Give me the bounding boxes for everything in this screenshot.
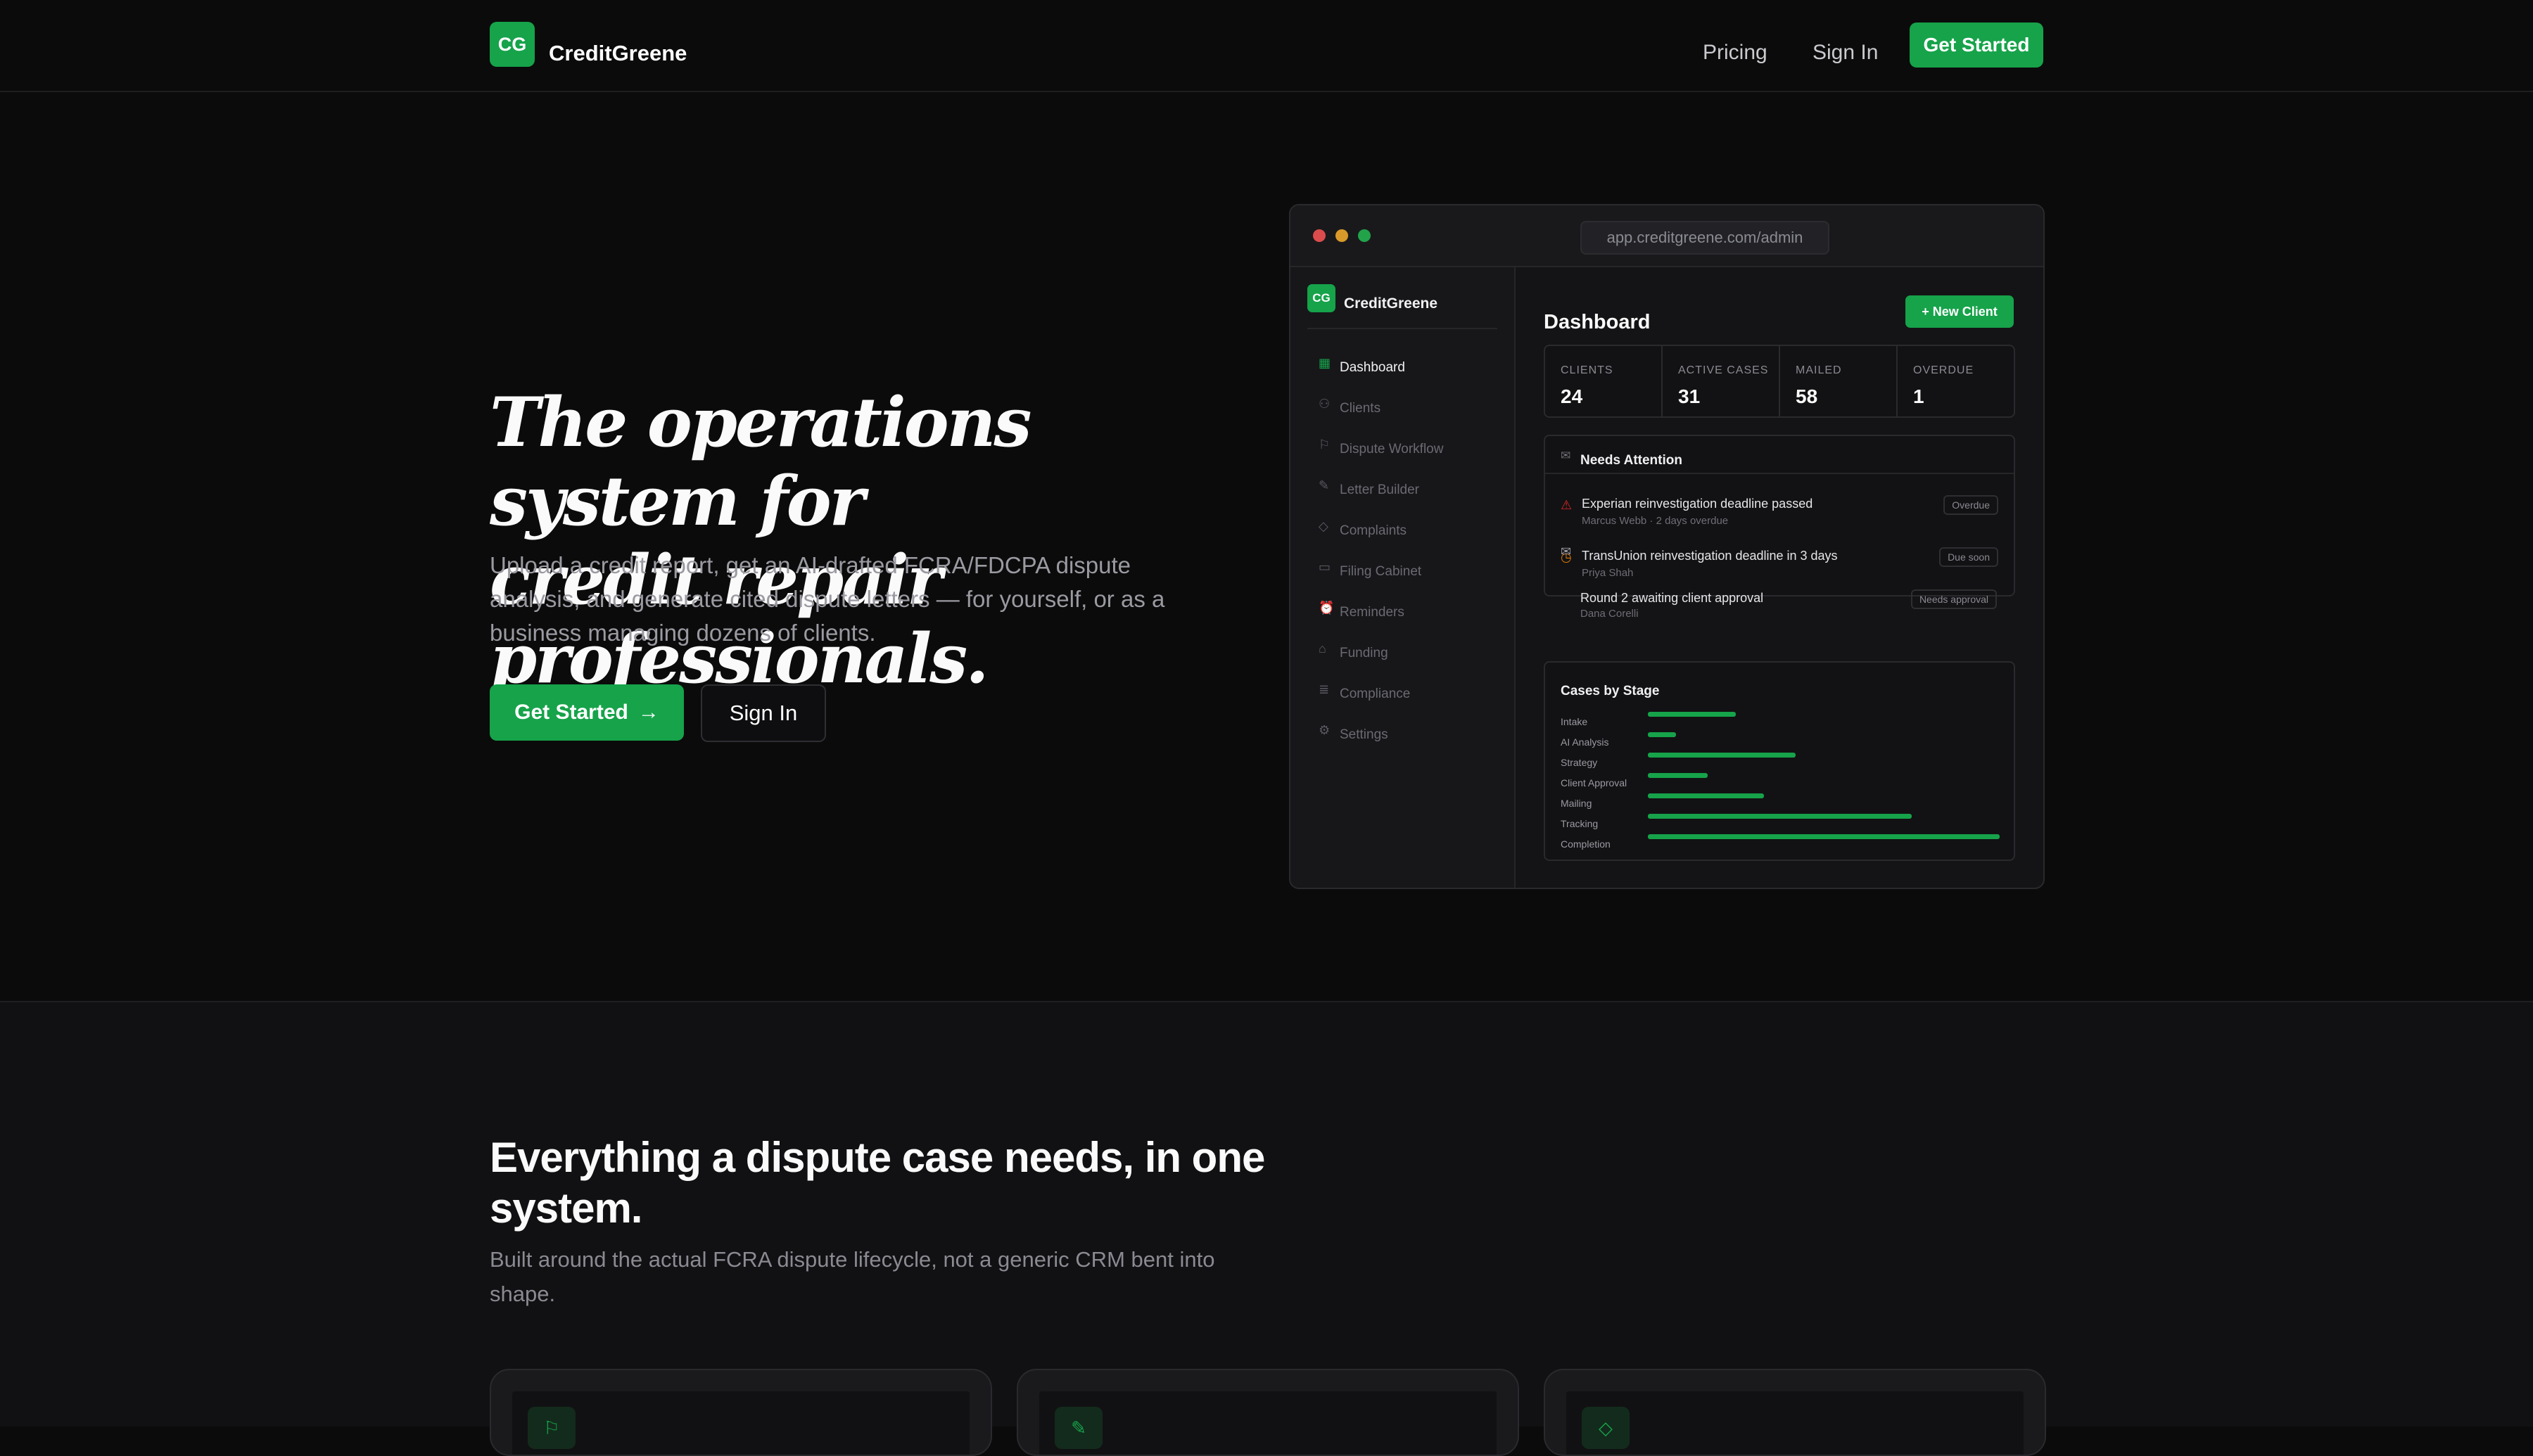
stage-bar	[1648, 712, 1736, 717]
shield-icon: ◇	[1582, 1407, 1630, 1449]
stage-label: Mailing	[1561, 798, 1592, 809]
feature-card-preview: ◇	[1566, 1391, 2024, 1455]
hero-title-line-1: The operations system for	[490, 383, 1031, 541]
brand-name[interactable]: CreditGreene	[549, 41, 687, 66]
feature-card-preview: ✎	[1039, 1391, 1497, 1455]
window-titlebar: app.creditgreene.com/admin	[1290, 205, 2043, 267]
hero-title: The operations system for credit repair …	[490, 383, 1264, 698]
stat-mailed: MAILED 58	[1780, 346, 1898, 416]
flag-icon: ⚐	[528, 1407, 576, 1449]
hero-sign-in-button[interactable]: Sign In	[701, 684, 826, 742]
stage-label: Intake	[1561, 716, 1588, 727]
attention-item[interactable]: ◷ TransUnion reinvestigation deadline in…	[1561, 543, 1998, 585]
stage-row: Tracking	[1561, 814, 1998, 834]
feature-card[interactable]: ⚐	[490, 1369, 992, 1456]
window-maximize-dot	[1358, 229, 1371, 242]
features-subtitle: Built around the actual FCRA dispute lif…	[490, 1247, 1215, 1306]
window-close-dot	[1313, 229, 1326, 242]
sidebar-divider	[1307, 328, 1497, 329]
stat-clients: CLIENTS 24	[1545, 346, 1663, 416]
app-brand-name: CreditGreene	[1344, 295, 1438, 312]
dashboard-title: Dashboard	[1544, 311, 1651, 333]
stage-bar	[1648, 732, 1676, 737]
app-sidebar: CG CreditGreene ▦ Dashboard ⚇ Clients ⚐ …	[1290, 267, 1516, 888]
feature-card-preview: ⚐	[512, 1391, 970, 1455]
alarm-icon: ⏰	[1319, 601, 1335, 615]
features-title: Everything a dispute case needs, in one …	[490, 1134, 1265, 1232]
stage-row: Strategy	[1561, 753, 1998, 772]
users-icon: ⚇	[1319, 397, 1331, 411]
shield-icon: ◇	[1319, 519, 1328, 533]
feature-card[interactable]: ✎	[1017, 1369, 1519, 1456]
folder-icon: ▭	[1319, 560, 1331, 574]
status-badge: Due soon	[1939, 547, 1998, 567]
stage-row: Completion	[1561, 834, 2000, 854]
feature-card[interactable]: ◇	[1544, 1369, 2046, 1456]
stage-row: Mailing	[1561, 793, 1998, 813]
inbox-icon: ✉	[1561, 449, 1571, 462]
needs-attention-title: Needs Attention	[1580, 453, 1682, 468]
status-badge: Needs approval	[1910, 589, 1997, 609]
grid-icon: ▦	[1319, 356, 1331, 370]
gear-icon: ⚙	[1319, 723, 1331, 737]
hero-get-started-button[interactable]: Get Started →	[490, 684, 684, 741]
nav-link-sign-in[interactable]: Sign In	[1813, 41, 1878, 65]
stage-bar	[1648, 814, 1912, 819]
stats-row: CLIENTS 24 ACTIVE CASES 31 MAILED 58 OVE…	[1544, 345, 2015, 418]
app-logo-mark: CG	[1307, 284, 1335, 312]
stat-overdue: OVERDUE 1	[1913, 364, 1974, 407]
attention-item-approval[interactable]: Round 2 awaiting client approval Dana Co…	[1559, 589, 1997, 633]
stage-label: Client Approval	[1561, 777, 1627, 788]
stat-active-cases: ACTIVE CASES 31	[1663, 346, 1780, 416]
app-preview-window: app.creditgreene.com/admin CG CreditGree…	[1289, 204, 2045, 889]
stage-label: AI Analysis	[1561, 736, 1609, 748]
nav-link-pricing[interactable]: Pricing	[1703, 41, 1767, 65]
edit-icon: ✎	[1055, 1407, 1103, 1449]
stage-label: Tracking	[1561, 818, 1599, 829]
needs-attention-panel: ✉ Needs Attention ⚠ Experian reinvestiga…	[1544, 435, 2015, 596]
hero-subtitle: Upload a credit report, get an AI-drafte…	[490, 552, 1165, 646]
stage-row: AI Analysis	[1561, 732, 1998, 752]
stage-row: Client Approval	[1561, 773, 1998, 793]
top-nav: CG CreditGreene Pricing Sign In Get Star…	[0, 0, 2533, 92]
stage-bar	[1648, 753, 1796, 758]
panel-divider	[1545, 473, 2014, 474]
stage-row: Intake	[1561, 712, 1998, 732]
cases-by-stage-panel: Cases by Stage Intake AI Analysis Strategy…	[1544, 661, 2015, 861]
mail-icon: ✉	[1561, 544, 1572, 558]
attention-item[interactable]: ⚠ Experian reinvestigation deadline pass…	[1561, 491, 1998, 533]
status-badge: Overdue	[1943, 495, 1998, 515]
logo-mark[interactable]: CG	[490, 22, 535, 67]
hero-get-started-label: Get Started	[514, 701, 628, 724]
stage-label: Completion	[1561, 838, 1611, 850]
url-bar[interactable]: app.creditgreene.com/admin	[1580, 221, 1829, 255]
bank-icon: ⌂	[1319, 641, 1326, 656]
stage-bar	[1648, 834, 2000, 839]
scroll-icon: ≣	[1319, 682, 1330, 696]
nav-get-started-button[interactable]: Get Started	[1910, 23, 2043, 68]
new-client-button[interactable]: + New Client	[1905, 295, 2014, 328]
stage-bar	[1648, 793, 1764, 798]
arrow-right-icon: →	[637, 701, 659, 724]
stage-bar	[1648, 773, 1708, 778]
flag-icon: ⚐	[1319, 438, 1331, 452]
stage-label: Strategy	[1561, 757, 1598, 768]
cases-by-stage-title: Cases by Stage	[1561, 684, 1660, 698]
window-minimize-dot	[1335, 229, 1348, 242]
edit-icon: ✎	[1319, 478, 1330, 492]
warning-icon: ⚠	[1561, 498, 1573, 512]
